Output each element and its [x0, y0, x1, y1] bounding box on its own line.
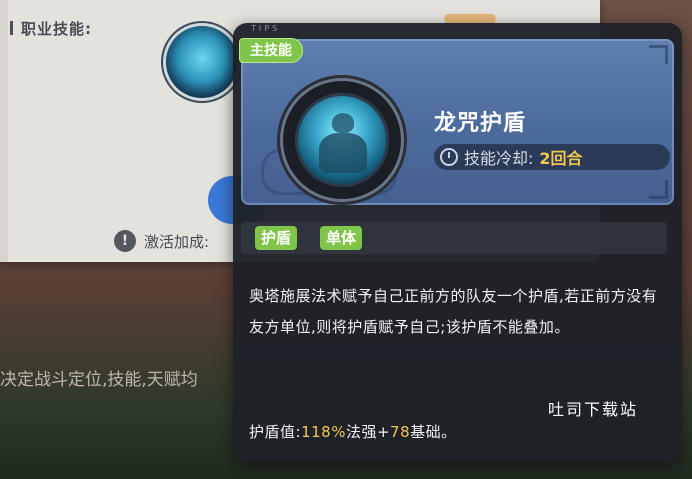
stat-mid: 法强+: [345, 423, 391, 441]
skill-tooltip: TIPS 龙咒护盾 技能冷却: 2回合 主技能 护盾 单体 奥塔施展法术赋予自己…: [233, 23, 682, 462]
corner-ornament: [649, 180, 668, 199]
clock-icon: [440, 148, 458, 166]
shield-value-line: 护盾值:118%法强+78基础。: [249, 421, 457, 442]
stat-label: 护盾值:: [249, 423, 302, 441]
stat-suffix: 基础。: [410, 423, 457, 441]
figure-body: [319, 133, 367, 173]
panel-edge: [0, 0, 8, 262]
background-description: 决定战斗定位,技能,天赋均: [0, 370, 198, 390]
cooldown-label: 技能冷却:: [464, 149, 534, 168]
dragon-shield-skill-icon: [295, 93, 389, 187]
tag-shield: 护盾: [255, 226, 298, 250]
tips-label: TIPS: [251, 24, 281, 33]
skill-description: 奥塔施展法术赋予自己正前方的队友一个护盾,若正前方没有友方单位,则将护盾赋予自己…: [249, 287, 658, 336]
tag-row: 护盾 单体: [241, 222, 667, 254]
watermark: 吐司下载站: [548, 400, 639, 419]
figure-head: [332, 113, 354, 133]
hint-text: 激活加成:: [144, 232, 210, 251]
activation-hint: ! 激活加成:: [114, 230, 209, 252]
stat-percent: 118%: [301, 423, 346, 441]
cooldown-bar: 技能冷却: 2回合: [434, 144, 670, 170]
main-skill-badge: 主技能: [239, 38, 303, 63]
class-skill-icon[interactable]: [166, 26, 238, 98]
corner-ornament: [649, 45, 668, 64]
tag-single-target: 单体: [320, 226, 363, 250]
cooldown-value: 2回合: [539, 149, 583, 168]
stat-base: 78: [390, 423, 411, 441]
skill-header: 龙咒护盾 技能冷却: 2回合: [241, 39, 674, 205]
warning-icon: !: [114, 230, 136, 252]
section-title: 职业技能:: [10, 18, 92, 39]
skill-name: 龙咒护盾: [434, 111, 527, 136]
skill-icon-frame: [283, 81, 401, 199]
